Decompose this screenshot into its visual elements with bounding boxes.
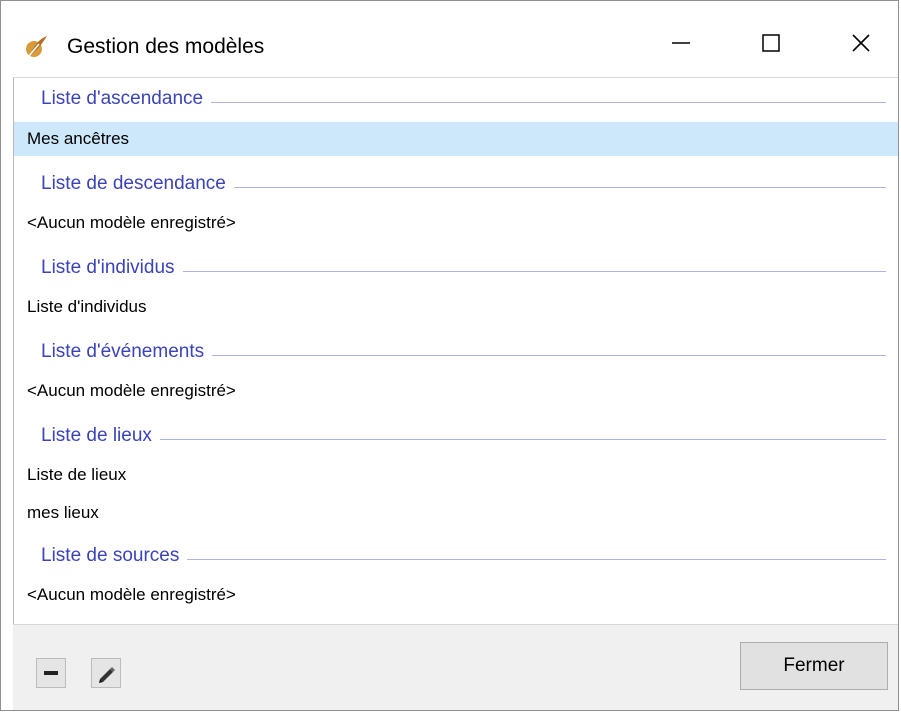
list-item-empty-sources[interactable]: <Aucun modèle enregistré> bbox=[14, 578, 898, 612]
window-title: Gestion des modèles bbox=[67, 35, 265, 58]
section-label: Liste d'individus bbox=[41, 257, 183, 279]
edit-button[interactable] bbox=[91, 658, 121, 688]
section-header-sources: Liste de sources bbox=[14, 540, 898, 576]
list-item-mes-lieux[interactable]: mes lieux bbox=[14, 496, 898, 530]
dialog-footer: Fermer bbox=[13, 624, 898, 710]
section-label: Liste d'ascendance bbox=[41, 88, 212, 110]
section-label: Liste de lieux bbox=[41, 425, 160, 447]
close-icon bbox=[851, 33, 871, 58]
section-label: Liste de descendance bbox=[41, 173, 234, 195]
remove-button[interactable] bbox=[36, 658, 66, 688]
feather-icon bbox=[25, 34, 49, 58]
section-label: Liste d'événements bbox=[41, 341, 213, 363]
section-header-evenements: Liste d'événements bbox=[14, 336, 898, 372]
list-item-empty-descendance[interactable]: <Aucun modèle enregistré> bbox=[14, 206, 898, 240]
minimize-icon bbox=[671, 33, 691, 58]
section-header-individus: Liste d'individus bbox=[14, 252, 898, 288]
section-divider bbox=[41, 439, 886, 440]
maximize-icon bbox=[761, 33, 781, 58]
section-header-lieux: Liste de lieux bbox=[14, 420, 898, 456]
list-item-liste-lieux[interactable]: Liste de lieux bbox=[14, 458, 898, 492]
close-window-button[interactable] bbox=[831, 25, 891, 65]
section-header-descendance: Liste de descendance bbox=[14, 168, 898, 204]
list-item-empty-evenements[interactable]: <Aucun modèle enregistré> bbox=[14, 374, 898, 408]
section-header-ascendance: Liste d'ascendance bbox=[14, 83, 898, 119]
model-manager-window: Gestion des modèles Liste d'ascendance M… bbox=[0, 0, 899, 711]
section-label: Liste de sources bbox=[41, 545, 188, 567]
minus-icon bbox=[37, 671, 65, 691]
minimize-button[interactable] bbox=[651, 25, 711, 65]
list-item-liste-individus[interactable]: Liste d'individus bbox=[14, 290, 898, 324]
title-bar[interactable]: Gestion des modèles bbox=[1, 1, 898, 75]
close-button[interactable]: Fermer bbox=[740, 642, 888, 690]
pencil-icon bbox=[92, 667, 120, 691]
maximize-button[interactable] bbox=[741, 25, 801, 65]
model-list[interactable]: Liste d'ascendance Mes ancêtres Liste de… bbox=[13, 77, 898, 625]
list-item-mes-ancetres[interactable]: Mes ancêtres bbox=[14, 122, 898, 156]
